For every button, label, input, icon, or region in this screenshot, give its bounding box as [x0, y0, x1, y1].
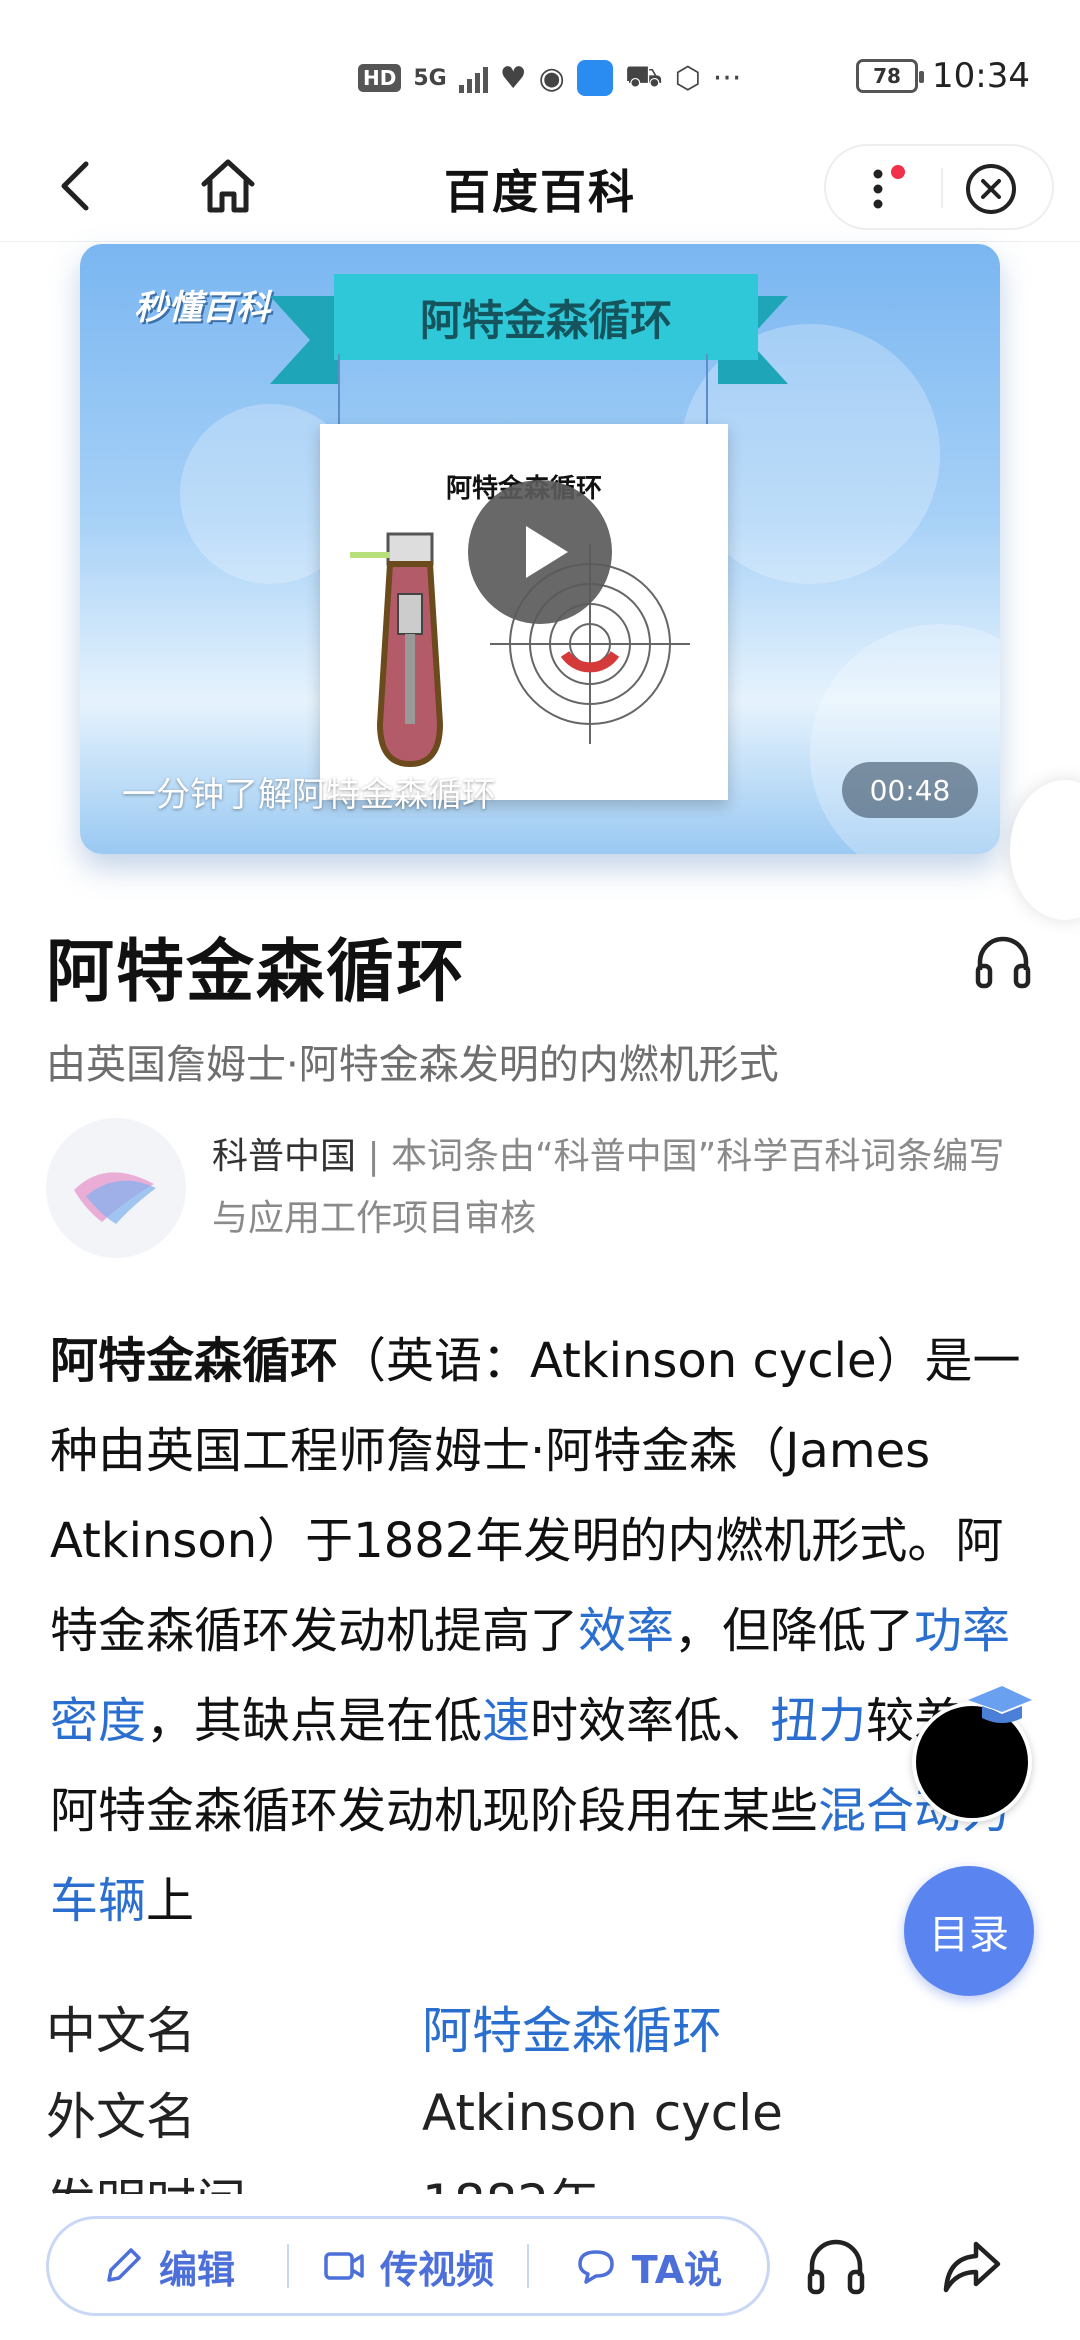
ta-say-label: TA说	[631, 2247, 723, 2292]
reviewer-org-link[interactable]: 科普中国	[212, 1136, 356, 1177]
edit-label: 编辑	[158, 2247, 235, 2292]
video-duration: 00:48	[842, 762, 978, 818]
status-icons: HD 5G ♥ ◉ ⛟ ⬡ ···	[358, 58, 741, 98]
info-row: 外文名 Atkinson cycle	[46, 2070, 1026, 2156]
table-of-contents-button[interactable]: 目录	[904, 1866, 1034, 1996]
upload-video-label: 传视频	[379, 2247, 494, 2292]
bottom-action-bar: 编辑 传视频 TA说	[0, 2194, 1080, 2340]
top-nav: 百度百科	[0, 130, 1080, 242]
side-floating-widget[interactable]	[1010, 780, 1080, 920]
info-value-link[interactable]: 阿特金森循环	[422, 1991, 722, 2063]
info-label: 中文名	[46, 2002, 196, 2060]
action-pill: 编辑 传视频 TA说	[46, 2216, 770, 2316]
bold-term: 阿特金森循环	[50, 1333, 339, 1389]
heart-icon: ♥	[499, 60, 527, 96]
reviewer-note: 科普中国 | 本词条由“科普中国”科学百科词条编写与应用工作项目审核	[212, 1126, 1032, 1250]
ribbon-tail	[270, 296, 340, 384]
more-icon[interactable]	[858, 160, 914, 218]
video-banner: 阿特金森循环	[334, 274, 758, 360]
battery-level: 78	[873, 64, 901, 88]
para-text: 时效率低、	[530, 1693, 771, 1749]
chat-bubble-icon	[578, 2250, 614, 2284]
status-bar: HD 5G ♥ ◉ ⛟ ⬡ ··· 78 10:34	[0, 0, 1080, 130]
graduation-cap-icon	[968, 1686, 1032, 1723]
info-value: Atkinson cycle	[422, 2084, 783, 2142]
video-camera-icon	[324, 2252, 364, 2280]
upload-video-button[interactable]: 传视频	[289, 2239, 527, 2294]
summary-paragraph: 阿特金森循环（英语：Atkinson cycle）是一种由英国工程师詹姆士·阿特…	[50, 1316, 1036, 1946]
play-icon[interactable]	[468, 480, 612, 624]
network-type: 5G	[413, 65, 447, 91]
ta-say-button[interactable]: TA说	[529, 2239, 767, 2294]
reviewer-separator: |	[356, 1136, 392, 1177]
clock: 10:34	[932, 56, 1030, 96]
hanging-string	[338, 354, 340, 434]
info-label: 外文名	[46, 2088, 196, 2146]
capsule-divider	[941, 168, 943, 208]
capsule-menu	[824, 144, 1054, 230]
kepu-china-logo[interactable]	[46, 1118, 186, 1258]
headphones-icon[interactable]	[804, 2234, 868, 2298]
share-icon[interactable]	[940, 2234, 1004, 2298]
info-row: 中文名 阿特金森循环	[46, 1984, 1026, 2070]
edit-button[interactable]: 编辑	[49, 2239, 287, 2294]
video-caption: 一分钟了解阿特金森循环	[122, 775, 496, 815]
engine-cylinder-illustration	[350, 532, 444, 768]
link-speed[interactable]: 速	[482, 1693, 530, 1749]
ball-icon: ◉	[538, 60, 565, 96]
hd-icon: HD	[358, 64, 402, 92]
bg-bubble	[810, 624, 1000, 854]
video-brand-logo: 秒懂百科	[134, 288, 270, 328]
close-icon[interactable]	[964, 162, 1018, 216]
more-notifications-icon: ···	[712, 60, 742, 96]
listen-headphones-icon[interactable]	[972, 930, 1034, 992]
entry-subtitle: 由英国詹姆士·阿特金森发明的内燃机形式	[46, 1042, 779, 1088]
video-player[interactable]: 秒懂百科 阿特金森循环 阿特金森循环 一分钟了解阿特金森循环 00:48	[80, 244, 1000, 854]
link-efficiency[interactable]: 效率	[578, 1603, 674, 1659]
hanging-string	[706, 354, 708, 434]
app-notification-icon	[576, 60, 613, 96]
para-text: 上	[146, 1873, 195, 1929]
para-text: ，其缺点是在低	[146, 1693, 483, 1749]
pencil-icon	[107, 2248, 141, 2282]
battery-icon: 78	[856, 59, 925, 93]
cart-icon: ⛟	[624, 58, 663, 94]
entry-title: 阿特金森循环	[46, 933, 467, 1012]
hexagon-icon: ⬡	[674, 60, 701, 96]
para-text: ，但降低了	[674, 1603, 915, 1659]
link-torque[interactable]: 扭力	[770, 1693, 866, 1749]
signal-icon	[458, 63, 488, 93]
